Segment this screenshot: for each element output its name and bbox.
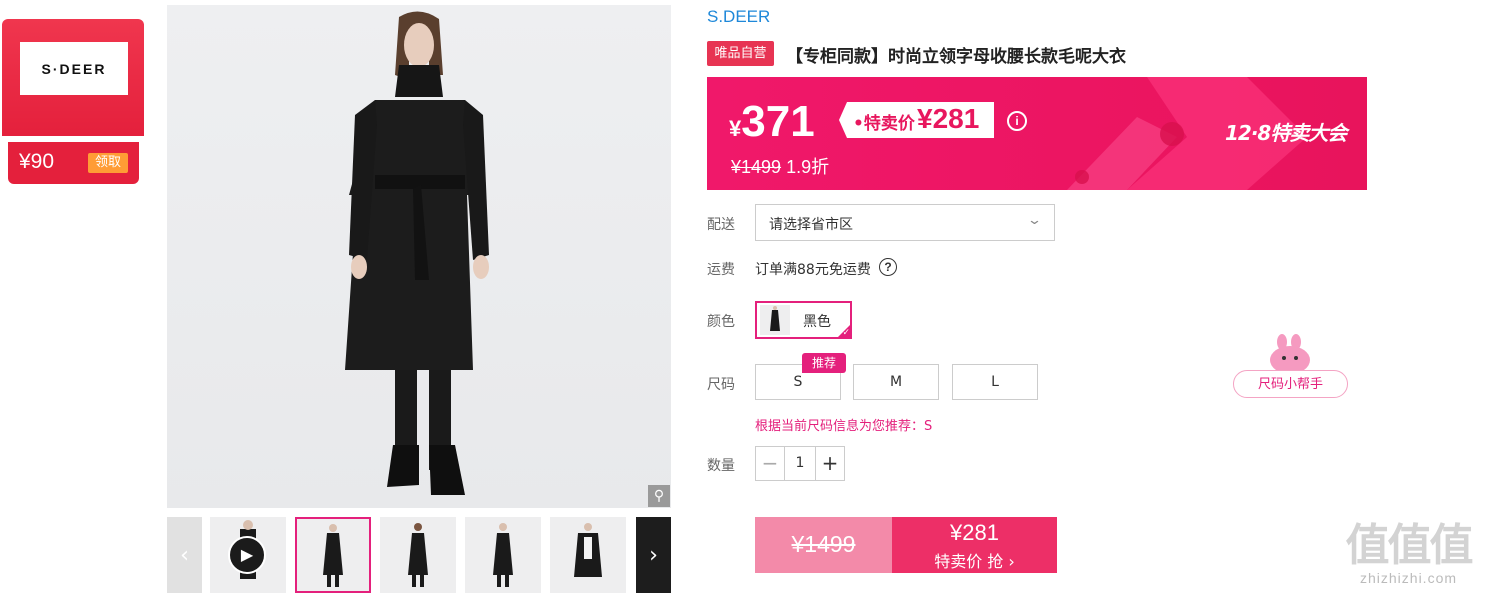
original-price-row: ¥1499 1.9折 [731, 153, 829, 179]
buy-price: ¥281 [950, 520, 999, 545]
delivery-label: 配送 [707, 217, 735, 233]
recommend-tag: 推荐 [802, 353, 846, 373]
thumbnail-video[interactable]: ▶ [210, 517, 286, 593]
coupon-footer: ¥90 领取 [8, 142, 139, 184]
event-name: 12·8特卖大会 [1225, 121, 1347, 145]
discount-text: 1.9折 [786, 157, 830, 177]
buy-action-label: 特卖价 抢 › [934, 552, 1015, 571]
site-watermark: 值值值 zhizhizhi.com [1336, 520, 1481, 587]
color-thumbnail [760, 305, 790, 335]
size-label: 尺码 [707, 377, 735, 393]
color-option-label: 黑色 [803, 314, 831, 330]
coupon-header: S·DEER [2, 19, 144, 136]
shipping-label: 运费 [707, 262, 735, 278]
buy-original-price: ¥1499 [791, 531, 856, 557]
coat-model-illustration [345, 11, 489, 495]
play-icon[interactable]: ▶ [228, 536, 266, 574]
color-label: 颜色 [707, 314, 735, 330]
buy-bar: ¥1499 ¥281 特卖价 抢 › [755, 517, 1057, 573]
thumbnail-item[interactable] [295, 517, 371, 593]
self-operated-badge: 唯品自营 [707, 41, 774, 66]
mascot-icon [1270, 334, 1310, 374]
region-select[interactable]: 请选择省市区 ⌄ [755, 204, 1055, 241]
thumbnail-figure [574, 523, 602, 577]
watermark-logo: 值值值 [1345, 520, 1474, 571]
brand-logo: S·DEER [20, 42, 128, 95]
region-placeholder: 请选择省市区 [769, 217, 853, 233]
thumbnail-figure [408, 523, 428, 587]
shipping-text: 订单满88元免运费 [755, 262, 871, 278]
thumbnail-figure [323, 524, 343, 587]
original-price: ¥1499 [731, 157, 782, 177]
sale-price-value: ¥281 [917, 103, 980, 134]
size-recommend-hint: 根据当前尺码信息为您推荐：S [755, 419, 933, 434]
quantity-label: 数量 [707, 458, 735, 474]
thumbnail-item[interactable] [380, 517, 456, 593]
color-thumbnail-figure [770, 306, 780, 331]
watermark-domain: zhizhizhi.com [1359, 570, 1458, 586]
quantity-stepper: − 1 + [755, 446, 845, 481]
info-icon[interactable]: i [1007, 111, 1027, 131]
sale-price-label: •特卖价 [853, 114, 915, 134]
current-price: ¥371 [729, 97, 815, 147]
claim-coupon-button[interactable]: 领取 [88, 153, 128, 173]
price-banner: ¥371 •特卖价 ¥281 i ¥1499 1.9折 12·8特卖大会 [707, 77, 1367, 190]
checkmark-icon: ✓ [842, 328, 850, 338]
buy-original-price-box: ¥1499 [755, 517, 892, 573]
size-option-m[interactable]: M [853, 364, 939, 400]
product-title: 【专柜同款】时尚立领字母收腰长款毛呢大衣 [786, 47, 1126, 67]
brand-link[interactable]: S.DEER [707, 7, 770, 27]
current-price-value: 371 [741, 97, 815, 146]
magnifier-icon[interactable]: ⚲ [648, 485, 670, 507]
quantity-plus-button[interactable]: + [815, 447, 844, 480]
main-product-image[interactable] [167, 5, 671, 508]
chevron-left-icon[interactable]: ‹ [167, 517, 202, 593]
color-option-black[interactable]: 黑色 ✓ [755, 301, 852, 339]
chevron-right-icon[interactable]: › [636, 517, 671, 593]
size-option-l[interactable]: L [952, 364, 1038, 400]
help-icon[interactable]: ? [879, 258, 897, 276]
currency-symbol: ¥ [729, 116, 742, 141]
thumbnail-item[interactable] [550, 517, 626, 593]
chevron-down-icon: ⌄ [1026, 213, 1043, 228]
buy-now-button[interactable]: ¥281 特卖价 抢 › [892, 517, 1057, 573]
sale-price-tag: •特卖价 ¥281 [839, 102, 994, 138]
quantity-minus-button[interactable]: − [756, 447, 785, 480]
thumbnail-item[interactable] [465, 517, 541, 593]
coupon-amount: ¥90 [19, 150, 55, 173]
size-helper-button[interactable]: 尺码小帮手 [1233, 370, 1348, 398]
quantity-value[interactable]: 1 [785, 447, 815, 480]
thumbnail-figure [493, 523, 513, 587]
coupon-card[interactable]: S·DEER ¥90 领取 [0, 19, 146, 185]
